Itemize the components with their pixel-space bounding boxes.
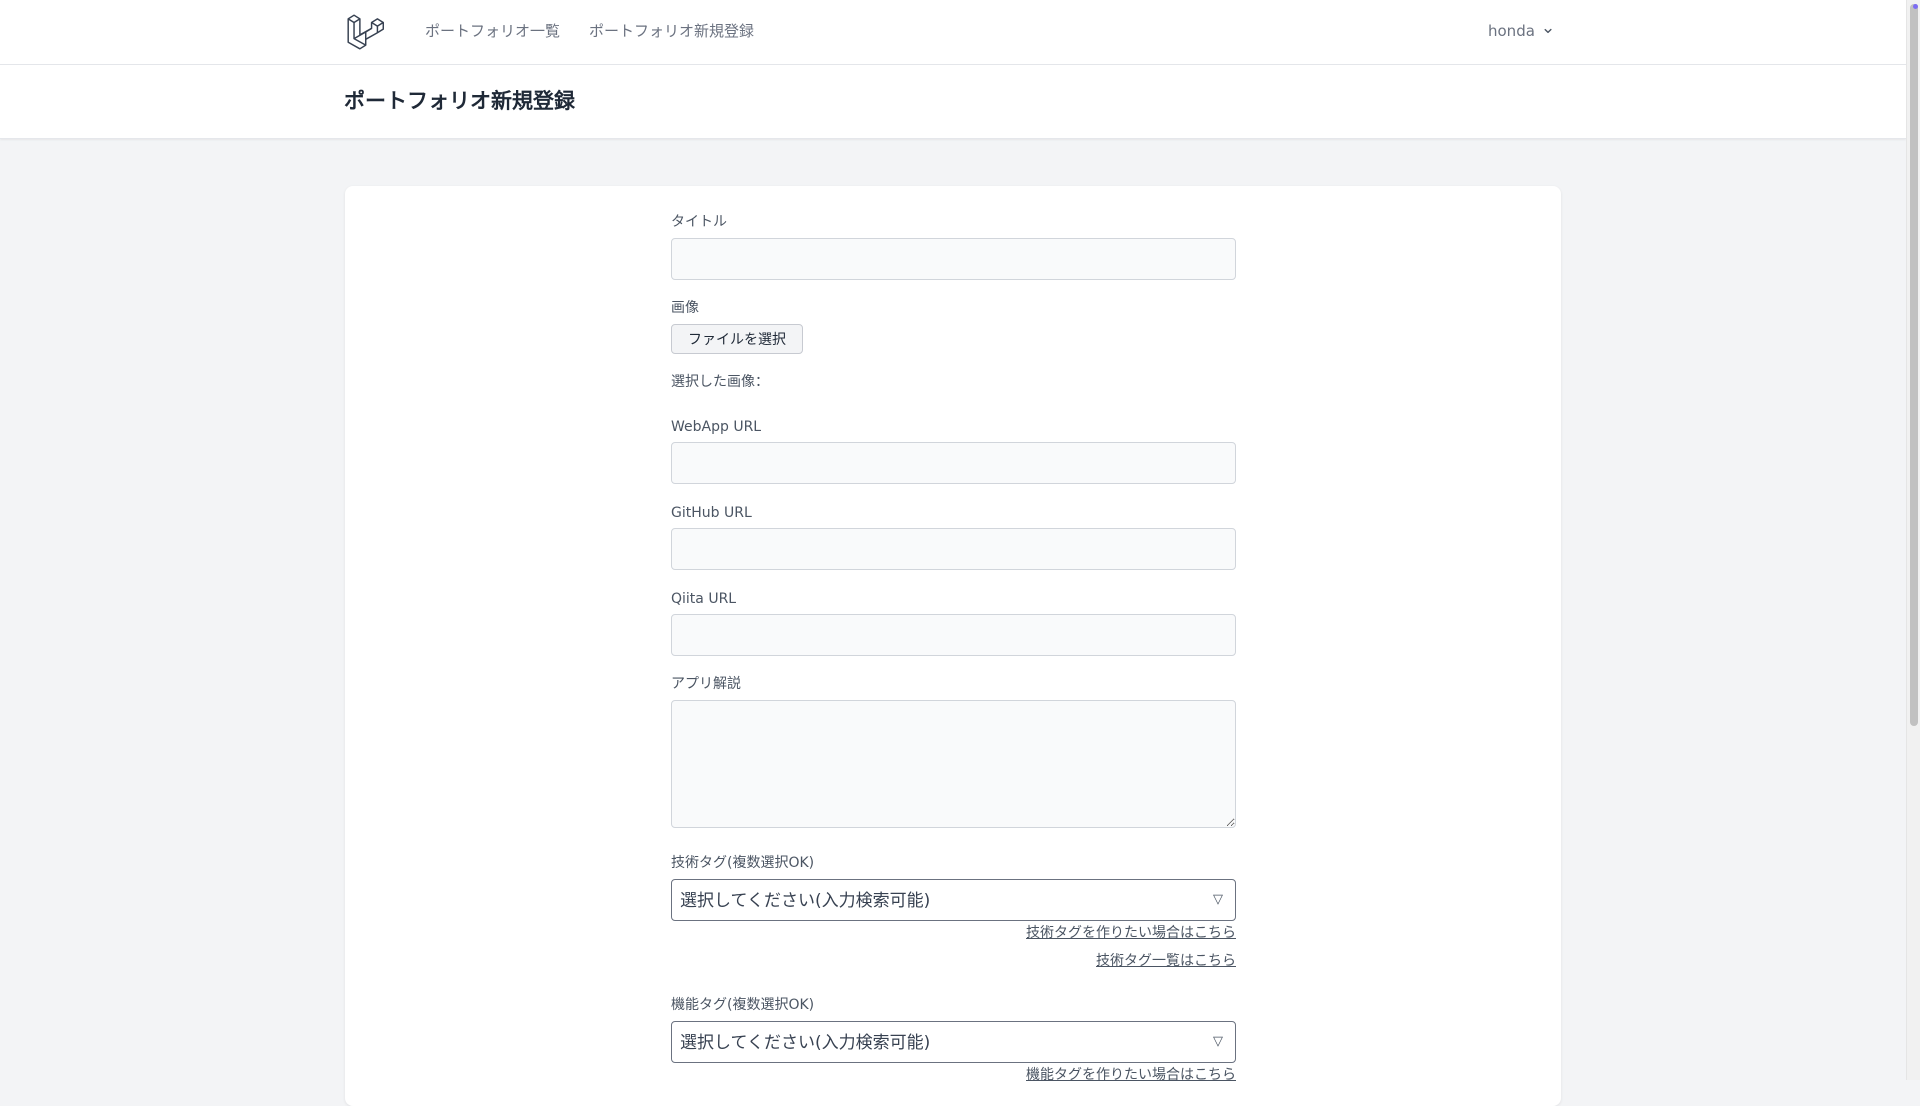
qiita-url-input[interactable] (671, 614, 1236, 656)
tech-tag-select[interactable]: 選択してください(入力検索可能) ▽ (671, 879, 1236, 921)
tech-tag-list-link[interactable]: 技術タグ一覧はこちら (1096, 952, 1236, 970)
feature-tag-select[interactable]: 選択してください(入力検索可能) ▽ (671, 1021, 1236, 1063)
laravel-logo-icon[interactable] (346, 13, 384, 51)
title-input[interactable] (671, 238, 1236, 280)
tech-tag-placeholder: 選択してください(入力検索可能) (680, 891, 931, 911)
selected-image-label: 選択した画像： (671, 374, 769, 390)
title-label: タイトル (671, 214, 727, 230)
user-menu-dropdown[interactable]: honda (1488, 21, 1555, 41)
feature-tag-create-link[interactable]: 機能タグを作りたい場合はこちら (1026, 1066, 1236, 1084)
tech-tag-label: 技術タグ(複数選択OK) (671, 855, 815, 871)
webapp-url-label: WebApp URL (671, 419, 762, 435)
tech-tag-create-link[interactable]: 技術タグを作りたい場合はこちら (1026, 924, 1236, 942)
github-url-label: GitHub URL (671, 505, 752, 521)
page-title: ポートフォリオ新規登録 (344, 89, 575, 113)
feature-tag-label: 機能タグ(複数選択OK) (671, 997, 815, 1013)
dropdown-arrow-icon: ▽ (1213, 892, 1223, 907)
nav-link-portfolio-list[interactable]: ポートフォリオ一覧 (425, 21, 560, 41)
description-label: アプリ解説 (671, 676, 741, 692)
feature-tag-placeholder: 選択してください(入力検索可能) (680, 1033, 931, 1053)
description-textarea[interactable] (671, 700, 1236, 828)
nav-link-portfolio-create[interactable]: ポートフォリオ新規登録 (589, 21, 754, 41)
image-label: 画像 (671, 300, 699, 316)
dropdown-arrow-icon: ▽ (1213, 1034, 1223, 1049)
page-scrollbar[interactable] (1906, 0, 1920, 1080)
scrollbar-thumb[interactable] (1910, 4, 1918, 726)
webapp-url-input[interactable] (671, 442, 1236, 484)
page-header: ポートフォリオ新規登録 (0, 65, 1906, 139)
notification-dot-icon (1913, 4, 1918, 9)
form-card: タイトル 画像 ファイルを選択 選択した画像： WebApp URL GitHu… (345, 186, 1561, 1106)
chevron-down-icon (1544, 28, 1552, 34)
user-name: honda (1488, 22, 1535, 40)
file-select-button[interactable]: ファイルを選択 (671, 324, 803, 354)
qiita-url-label: Qiita URL (671, 591, 737, 607)
top-navbar: ポートフォリオ一覧 ポートフォリオ新規登録 honda (0, 0, 1906, 65)
github-url-input[interactable] (671, 528, 1236, 570)
